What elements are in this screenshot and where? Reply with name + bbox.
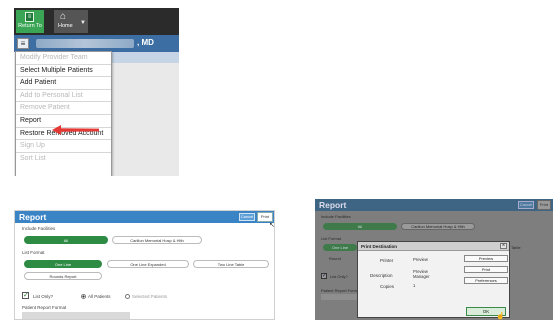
options-menu: Modify Provider Team Select Multiple Pat… bbox=[15, 51, 112, 176]
facility-option-all[interactable]: All bbox=[24, 236, 108, 244]
menu-item-select-multiple-patients[interactable]: Select Multiple Patients bbox=[16, 65, 111, 78]
selected-patients-label: Selected Patients bbox=[132, 294, 168, 299]
report-header bbox=[15, 211, 274, 223]
provider-bar: ≡ , MD bbox=[14, 35, 179, 52]
hamburger-menu-icon[interactable]: ≡ bbox=[17, 38, 29, 49]
description-label: Description bbox=[370, 273, 393, 278]
return-to-button[interactable]: ≡ Return To bbox=[16, 10, 44, 33]
red-arrow-annotation bbox=[52, 125, 99, 135]
list-only-checkbox[interactable]: ✓ bbox=[22, 292, 29, 299]
list-format-two-line-table[interactable]: Two Line Table bbox=[193, 260, 269, 268]
print-destination-dialog: Print Destination × Printer Preview Desc… bbox=[357, 241, 510, 320]
list-header-strip bbox=[110, 52, 179, 63]
copies-label: Copies bbox=[380, 284, 395, 289]
patient-report-format-label: Patient Report Form bbox=[321, 288, 358, 293]
hand-cursor-icon: ☝ bbox=[496, 313, 505, 320]
menu-item-modify-provider-team: Modify Provider Team bbox=[16, 52, 111, 65]
home-label: Home bbox=[58, 23, 73, 29]
list-format-one-line[interactable]: One Line bbox=[24, 260, 102, 268]
rounds-report-button[interactable]: Rounds Report bbox=[24, 272, 102, 280]
print-destination-screenshot: Report Cancel Print Include Facilities A… bbox=[315, 199, 553, 320]
facility-option-carilion[interactable]: Carilion Memorial Hosp & Hlth bbox=[112, 236, 202, 244]
menu-item-sort-list: Sort List bbox=[20, 154, 46, 162]
return-to-icon: ≡ bbox=[25, 12, 34, 22]
description-value-line2: Manager bbox=[413, 274, 430, 279]
menu-item-sign-up: Sign Up bbox=[16, 140, 111, 153]
radio-all-patients[interactable] bbox=[81, 294, 86, 299]
menu-item-add-patient[interactable]: Add Patient bbox=[16, 77, 111, 90]
printer-label: Printer bbox=[380, 258, 394, 263]
report-dialog-screenshot: Report Cancel Print ↖ Include Facilities… bbox=[14, 210, 275, 320]
rounds-report-partial-label: Round bbox=[329, 256, 341, 261]
provider-suffix: , MD bbox=[137, 38, 154, 47]
dialog-title: Print Destination bbox=[361, 244, 398, 249]
list-only-checkbox[interactable]: ✓ bbox=[321, 273, 327, 279]
list-format-partial-label: Table bbox=[511, 245, 521, 250]
list-format-one-line-expanded[interactable]: One Line Expanded bbox=[107, 260, 189, 268]
dialog-print-button[interactable]: Print bbox=[464, 266, 508, 273]
home-button[interactable]: ⌂ Home ▼ bbox=[54, 10, 88, 33]
list-format-one-line[interactable]: One Line bbox=[323, 244, 357, 251]
radio-selected-patients[interactable] bbox=[125, 294, 130, 299]
facility-option-carilion[interactable]: Carilion Memorial Hosp & Hlth bbox=[401, 223, 475, 230]
patient-report-format-label: Patient Report Format bbox=[22, 305, 67, 310]
redacted-provider-name bbox=[36, 39, 134, 48]
list-only-label: List Only? bbox=[330, 274, 348, 279]
close-icon[interactable]: × bbox=[500, 243, 507, 249]
list-only-label: List Only? bbox=[33, 294, 54, 299]
all-patients-label: All Patients bbox=[88, 294, 111, 299]
list-format-label: List Format bbox=[321, 236, 342, 241]
list-format-label: List Format bbox=[22, 250, 45, 255]
patient-report-format-field[interactable] bbox=[22, 312, 130, 319]
preview-button[interactable]: Preview bbox=[464, 255, 508, 262]
preferences-button[interactable]: Preferences bbox=[464, 277, 508, 284]
include-facilities-label: Include Facilities bbox=[321, 214, 351, 219]
chevron-down-icon: ▼ bbox=[80, 20, 86, 26]
home-icon: ⌂ bbox=[60, 11, 67, 22]
cancel-button[interactable]: Cancel bbox=[518, 201, 534, 209]
mouse-cursor-icon: ↖ bbox=[269, 222, 275, 229]
patient-list-menu-screenshot: ≡ Return To ⌂ Home ▼ ≡ , MD Modify Provi… bbox=[14, 8, 179, 176]
printer-value: Preview bbox=[413, 257, 428, 262]
cancel-button[interactable]: Cancel bbox=[239, 213, 255, 221]
include-facilities-label: Include Facilities bbox=[22, 226, 56, 231]
menu-item-remove-patient: Remove Patient bbox=[16, 102, 111, 115]
print-button[interactable]: Print bbox=[537, 200, 551, 210]
menu-item-add-to-personal-list: Add to Personal List bbox=[16, 90, 111, 103]
report-title: Report bbox=[19, 212, 47, 222]
copies-value: 1 bbox=[413, 283, 416, 288]
report-title: Report bbox=[319, 200, 347, 210]
return-to-label: Return To bbox=[18, 23, 42, 29]
facility-option-all[interactable]: All bbox=[323, 223, 397, 230]
